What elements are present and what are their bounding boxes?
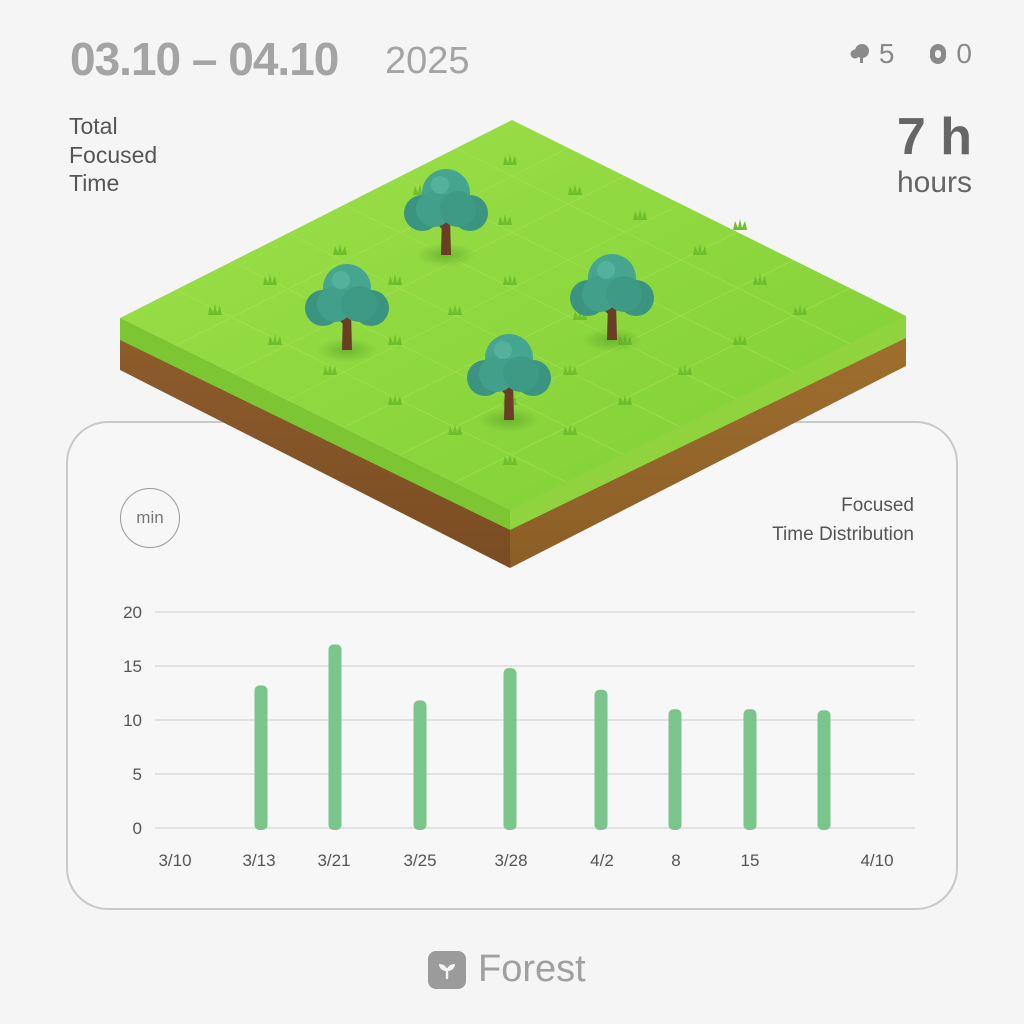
chart-title-line: Focused: [841, 495, 914, 516]
chart-bar: [503, 668, 517, 830]
chart-bar: [254, 685, 268, 830]
y-tick-label: 5: [133, 765, 142, 784]
y-tick-label: 10: [123, 711, 142, 730]
chart-bar: [413, 700, 427, 830]
x-tick-label: 8: [671, 851, 680, 870]
x-tick-label: 4/10: [860, 851, 893, 870]
x-tick-label: 3/28: [494, 851, 527, 870]
y-tick-label: 20: [123, 603, 142, 622]
x-tick-label: 15: [741, 851, 760, 870]
chart-bar: [594, 689, 608, 830]
x-tick-label: 3/10: [158, 851, 191, 870]
x-tick-label: 3/13: [242, 851, 275, 870]
chart-bar: [668, 709, 682, 830]
forest-logo-icon: [428, 950, 466, 989]
brand: Forest: [428, 948, 586, 991]
chart-bar: [743, 709, 757, 830]
chart-bar: [328, 644, 342, 830]
x-tick-label: 4/2: [590, 851, 614, 870]
y-tick-label: 15: [123, 657, 142, 676]
chart-title-line: Time Distribution: [772, 524, 914, 545]
chart-title: Focused Time Distribution: [772, 491, 914, 549]
x-tick-label: 3/25: [403, 851, 436, 870]
y-tick-label: 0: [133, 819, 142, 838]
x-tick-label: 3/21: [317, 851, 350, 870]
brand-name: Forest: [478, 948, 586, 990]
chart-bar: [817, 710, 831, 830]
unit-badge: min: [120, 488, 180, 548]
